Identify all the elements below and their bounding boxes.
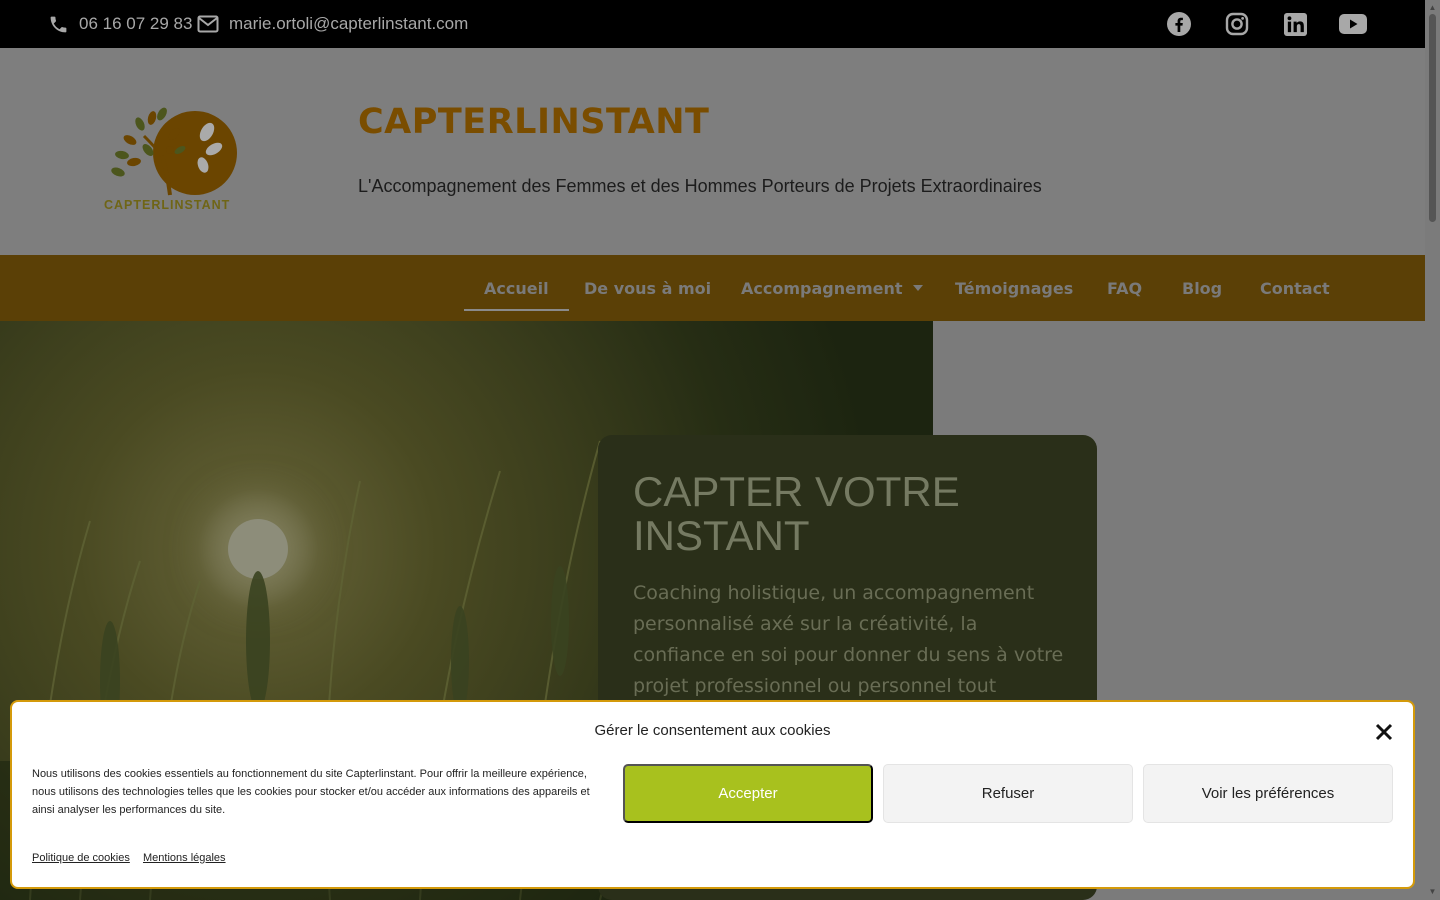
- cookie-consent-banner: Gérer le consentement aux cookies Nous u…: [10, 700, 1415, 889]
- site-title[interactable]: CAPTERLINSTANT: [358, 102, 709, 142]
- cookie-title: Gérer le consentement aux cookies: [594, 722, 831, 739]
- legal-notice-link[interactable]: Mentions légales: [143, 852, 226, 864]
- refuse-button[interactable]: Refuser: [883, 764, 1133, 823]
- accept-button[interactable]: Accepter: [623, 764, 873, 823]
- preferences-button[interactable]: Voir les préférences: [1143, 764, 1393, 823]
- phone-icon: [50, 16, 67, 32]
- nav-item-accueil[interactable]: Accueil: [464, 255, 568, 321]
- phone-contact[interactable]: 06 16 07 29 83: [48, 0, 192, 48]
- site-tagline: L'Accompagnement des Femmes et des Homme…: [358, 176, 1042, 196]
- scroll-down-icon[interactable]: ▼: [1427, 886, 1438, 897]
- caret-down-icon: [912, 285, 923, 291]
- facebook-icon[interactable]: [1164, 9, 1194, 39]
- nav-item-faq[interactable]: FAQ: [1107, 255, 1142, 321]
- phone-number: 06 16 07 29 83: [79, 14, 193, 33]
- scrollbar-thumb[interactable]: [1429, 14, 1436, 222]
- cookie-policy-link[interactable]: Politique de cookies: [32, 852, 130, 864]
- hero-description: Coaching holistique, un accompagnement p…: [633, 582, 1064, 697]
- instagram-icon[interactable]: [1222, 9, 1252, 39]
- site-header: CAPTERLINSTANT CAPTERLINSTANT L'Accompag…: [0, 48, 1425, 255]
- logo-text: CAPTERLINSTANT: [104, 198, 231, 212]
- nav-item-de-vous-a-moi[interactable]: De vous à moi: [584, 255, 711, 321]
- youtube-icon[interactable]: [1338, 9, 1368, 39]
- envelope-icon: [197, 15, 219, 33]
- nav-item-accompagnement-label: Accompagnement: [741, 278, 903, 298]
- hero-title: CAPTER VOTRE INSTANT: [633, 468, 960, 559]
- email-address: marie.ortoli@capterlinstant.com: [229, 14, 469, 33]
- scroll-up-icon[interactable]: ▲: [1427, 2, 1438, 13]
- nav-item-accompagnement[interactable]: Accompagnement: [741, 255, 923, 321]
- topbar: 06 16 07 29 83 marie.ortoli@capterlinsta…: [0, 0, 1425, 48]
- nav-item-blog[interactable]: Blog: [1182, 255, 1222, 321]
- nav-item-contact[interactable]: Contact: [1260, 255, 1330, 321]
- main-nav: Accueil De vous à moi Accompagnement Tém…: [0, 255, 1425, 321]
- linkedin-icon[interactable]: [1280, 9, 1310, 39]
- close-icon[interactable]: [1374, 722, 1394, 742]
- cookie-description: Nous utilisons des cookies essentiels au…: [32, 768, 590, 816]
- nav-item-temoignages[interactable]: Témoignages: [955, 255, 1073, 321]
- site-logo[interactable]: CAPTERLINSTANT: [100, 100, 245, 212]
- tree-logo-icon: [111, 107, 237, 196]
- email-contact[interactable]: marie.ortoli@capterlinstant.com: [197, 0, 468, 48]
